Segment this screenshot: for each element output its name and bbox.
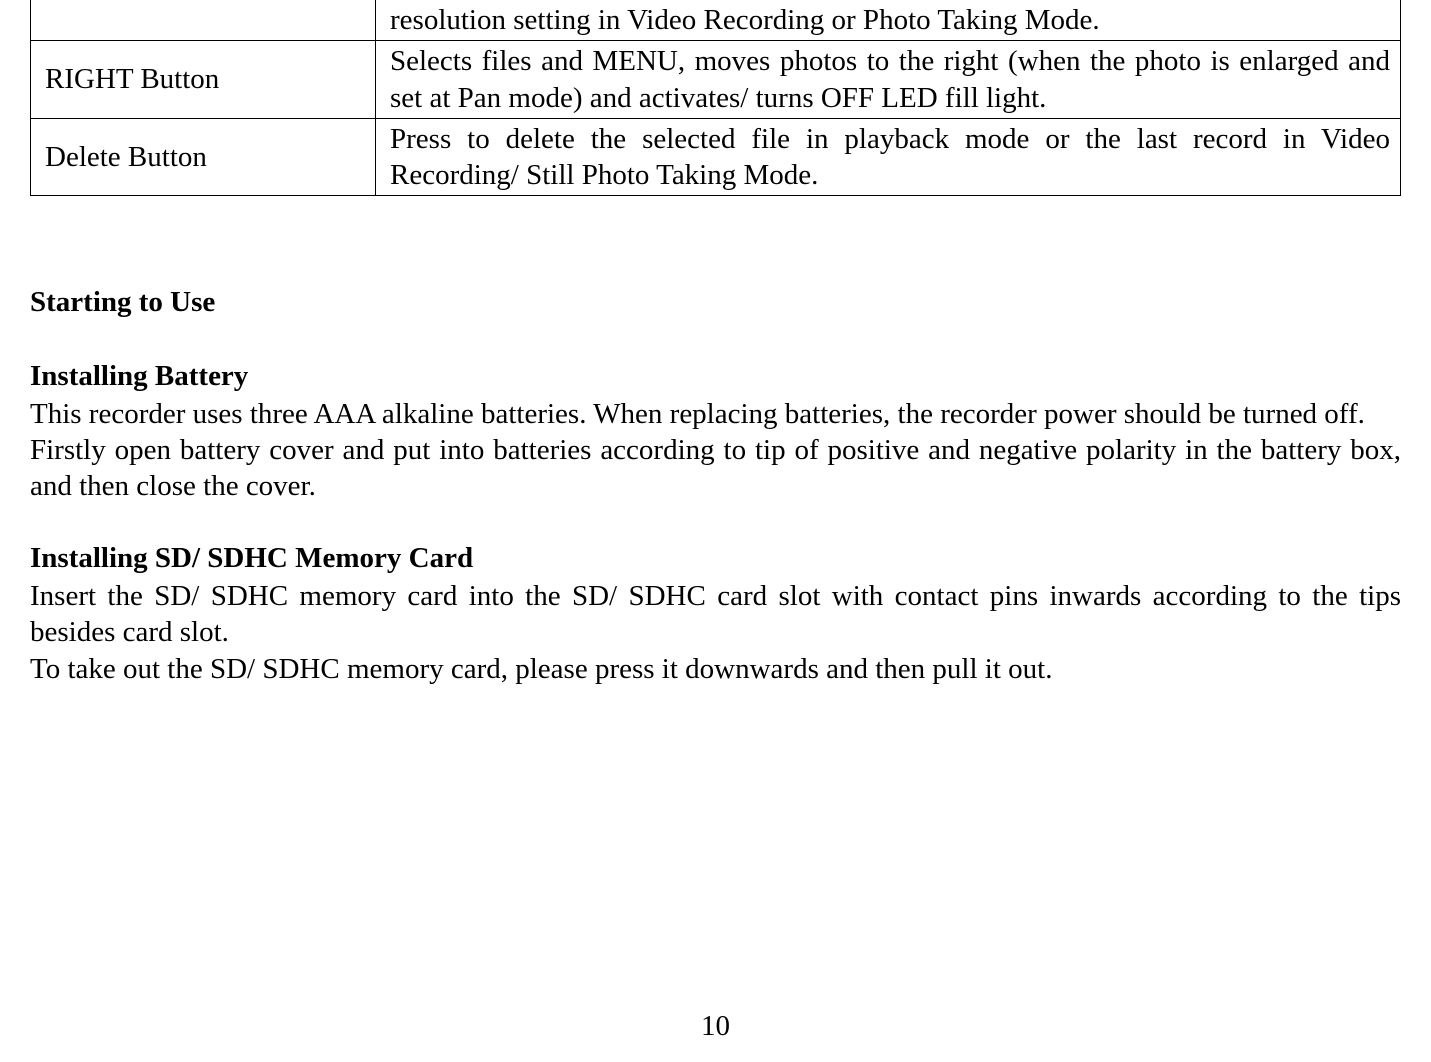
- button-name-cell: Delete Button: [31, 118, 376, 196]
- body-paragraph: This recorder uses three AAA alkaline ba…: [30, 396, 1401, 432]
- body-paragraph: Insert the SD/ SDHC memory card into the…: [30, 578, 1401, 651]
- body-paragraph: Firstly open battery cover and put into …: [30, 432, 1401, 505]
- page-number: 10: [0, 1008, 1431, 1044]
- button-table: resolution setting in Video Recording or…: [30, 0, 1401, 196]
- section-heading-starting: Starting to Use: [30, 284, 1401, 322]
- button-desc-cell: resolution setting in Video Recording or…: [376, 0, 1401, 41]
- button-name-cell: [31, 0, 376, 41]
- button-name-cell: RIGHT Button: [31, 41, 376, 119]
- table-row: Delete Button Press to delete the select…: [31, 118, 1401, 196]
- button-desc-cell: Press to delete the selected file in pla…: [376, 118, 1401, 196]
- body-paragraph: To take out the SD/ SDHC memory card, pl…: [30, 651, 1401, 687]
- table-row: resolution setting in Video Recording or…: [31, 0, 1401, 41]
- subsection-heading-sdcard: Installing SD/ SDHC Memory Card: [30, 540, 1401, 578]
- table-row: RIGHT Button Selects files and MENU, mov…: [31, 41, 1401, 119]
- document-page: resolution setting in Video Recording or…: [0, 0, 1431, 1062]
- subsection-heading-battery: Installing Battery: [30, 358, 1401, 396]
- button-desc-cell: Selects files and MENU, moves photos to …: [376, 41, 1401, 119]
